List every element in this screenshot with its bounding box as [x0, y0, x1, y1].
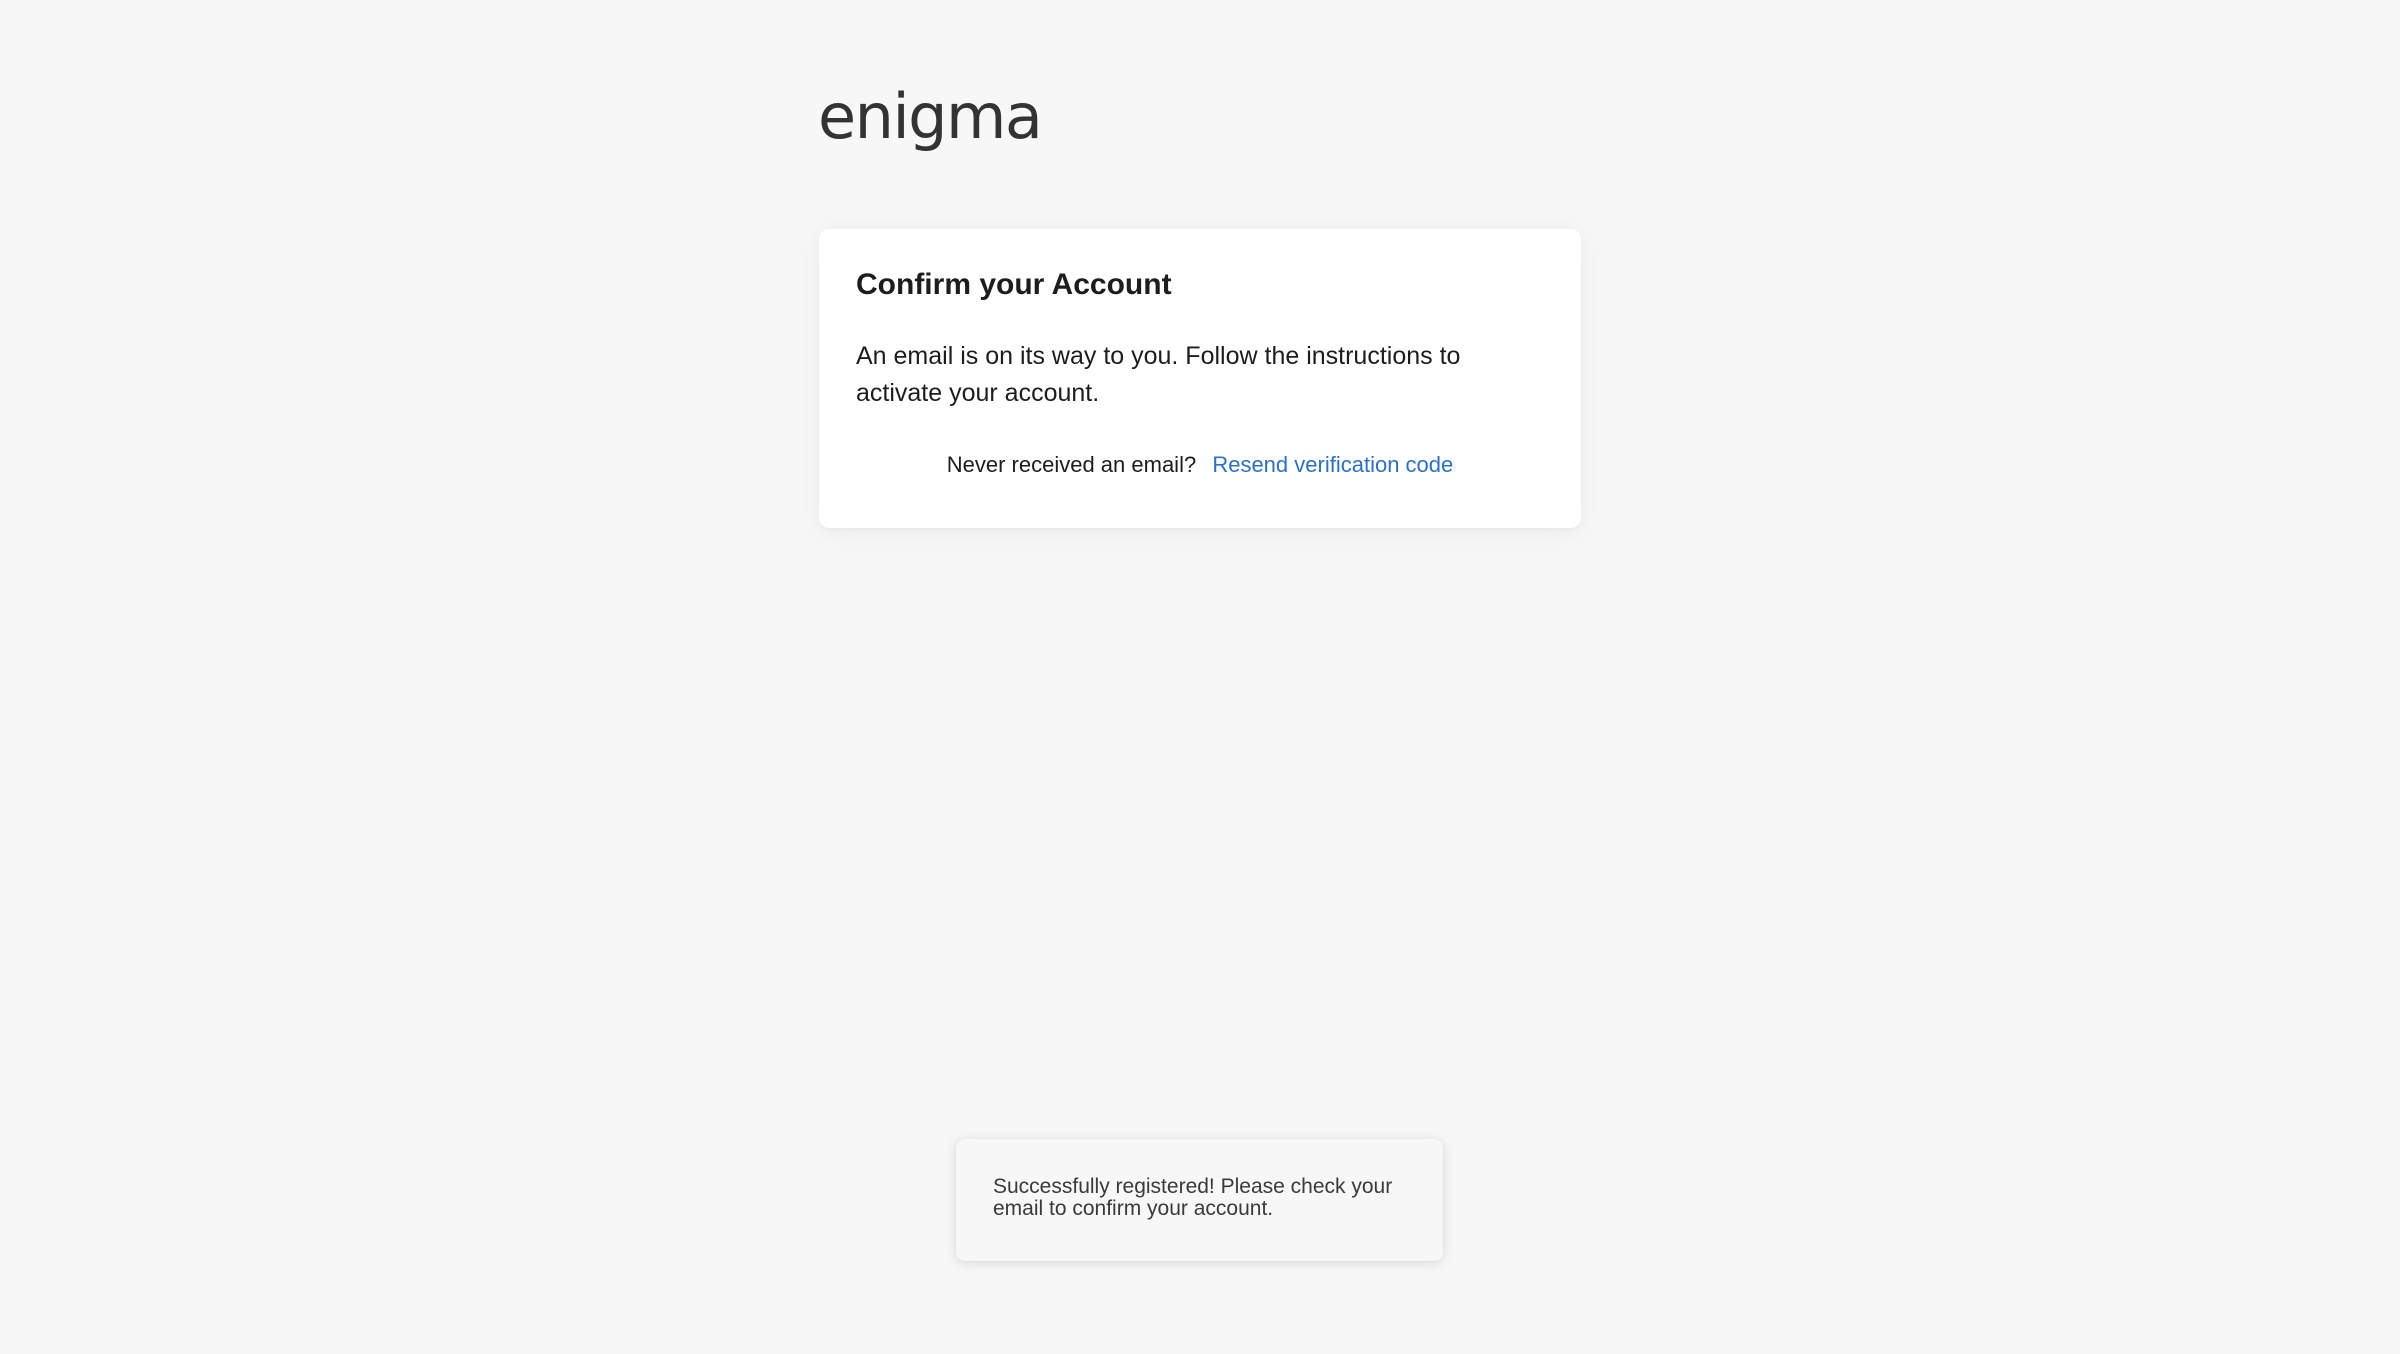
success-toast: Successfully registered! Please check yo… — [956, 1139, 1443, 1261]
confirm-account-card: Confirm your Account An email is on its … — [819, 229, 1581, 528]
card-title: Confirm your Account — [856, 268, 1172, 301]
resend-row: Never received an email? Resend verifica… — [856, 452, 1544, 478]
page: enigma Confirm your Account An email is … — [0, 0, 2400, 1354]
toast-message: Successfully registered! Please check yo… — [993, 1175, 1393, 1220]
resend-verification-link[interactable]: Resend verification code — [1212, 452, 1453, 477]
resend-prompt: Never received an email? — [946, 452, 1197, 477]
confirmation-message: An email is on its way to you. Follow th… — [856, 342, 1461, 407]
enigma-logo[interactable]: enigma — [818, 86, 1043, 148]
